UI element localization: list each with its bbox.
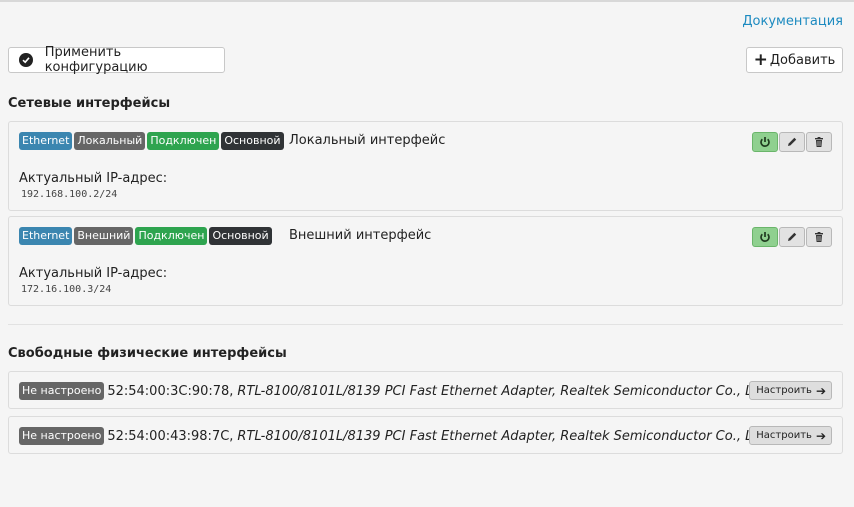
free-interfaces-heading: Свободные физические интерфейсы — [8, 346, 287, 361]
mac-address: 52:54:00:3C:90:78, — [107, 383, 234, 399]
power-button[interactable] — [752, 227, 778, 247]
add-button[interactable]: + Добавить — [746, 47, 843, 73]
add-label: Добавить — [769, 52, 836, 68]
status-badge: Подключен — [147, 132, 220, 150]
interface-card: Ethernet Внешний Подключен Основной Внеш… — [8, 216, 843, 306]
not-configured-badge: Не настроено — [19, 382, 105, 400]
adapter-model: RTL-8100/8101L/8139 PCI Fast Ethernet Ad… — [237, 428, 770, 444]
power-icon — [760, 232, 770, 242]
role-badge: Локальный — [74, 132, 146, 150]
not-configured-badge: Не настроено — [19, 427, 105, 445]
check-circle-icon — [19, 53, 33, 67]
interface-title: Локальный интерфейс — [289, 133, 446, 148]
ip-value: 172.16.100.3/24 — [21, 284, 112, 295]
delete-button[interactable] — [806, 227, 832, 247]
apply-configuration-label: Применить конфигурацию — [44, 45, 148, 75]
edit-button[interactable] — [779, 227, 805, 247]
free-interface-row: Не настроено 52:54:00:43:98:7C, RTL-8100… — [8, 416, 843, 454]
status-badge: Подключен — [135, 227, 208, 245]
section-divider — [8, 324, 843, 325]
mac-address: 52:54:00:43:98:7C, — [107, 428, 234, 444]
arrow-right-icon: ➔ — [815, 383, 826, 398]
type-badge: Ethernet — [19, 132, 73, 150]
primary-badge: Основной — [221, 132, 284, 150]
plus-icon: + — [753, 49, 768, 70]
ip-label: Актуальный IP-адрес: — [19, 266, 168, 281]
edit-button[interactable] — [779, 132, 805, 152]
role-badge: Внешний — [74, 227, 134, 245]
arrow-right-icon: ➔ — [815, 428, 826, 443]
interface-card: Ethernet Локальный Подключен Основной Ло… — [8, 121, 843, 211]
primary-badge: Основной — [209, 227, 272, 245]
interface-actions — [752, 132, 832, 152]
ip-value: 192.168.100.2/24 — [21, 189, 118, 200]
configure-label: Настроить — [756, 385, 812, 396]
trash-icon — [815, 137, 823, 147]
interface-actions — [752, 227, 832, 247]
top-border — [0, 0, 854, 2]
network-interfaces-heading: Сетевые интерфейсы — [8, 96, 171, 111]
power-button[interactable] — [752, 132, 778, 152]
power-icon — [760, 137, 770, 147]
free-interface-row: Не настроено 52:54:00:3C:90:78, RTL-8100… — [8, 371, 843, 409]
apply-configuration-button[interactable]: Применить конфигурацию — [8, 45, 225, 75]
pencil-icon — [788, 232, 797, 241]
adapter-model: RTL-8100/8101L/8139 PCI Fast Ethernet Ad… — [237, 383, 770, 399]
pencil-icon — [788, 137, 797, 146]
interface-badges: Ethernet Локальный Подключен Основной — [19, 132, 284, 150]
delete-button[interactable] — [806, 132, 832, 152]
configure-label: Настроить — [756, 430, 812, 441]
ip-label: Актуальный IP-адрес: — [19, 171, 168, 186]
interface-title: Внешний интерфейс — [289, 228, 432, 243]
configure-button[interactable]: Настроить ➔ — [749, 426, 832, 445]
type-badge: Ethernet — [19, 227, 73, 245]
configure-button[interactable]: Настроить ➔ — [749, 381, 832, 400]
documentation-link[interactable]: Документация — [742, 14, 843, 29]
interface-badges: Ethernet Внешний Подключен Основной — [19, 227, 272, 245]
trash-icon — [815, 232, 823, 242]
